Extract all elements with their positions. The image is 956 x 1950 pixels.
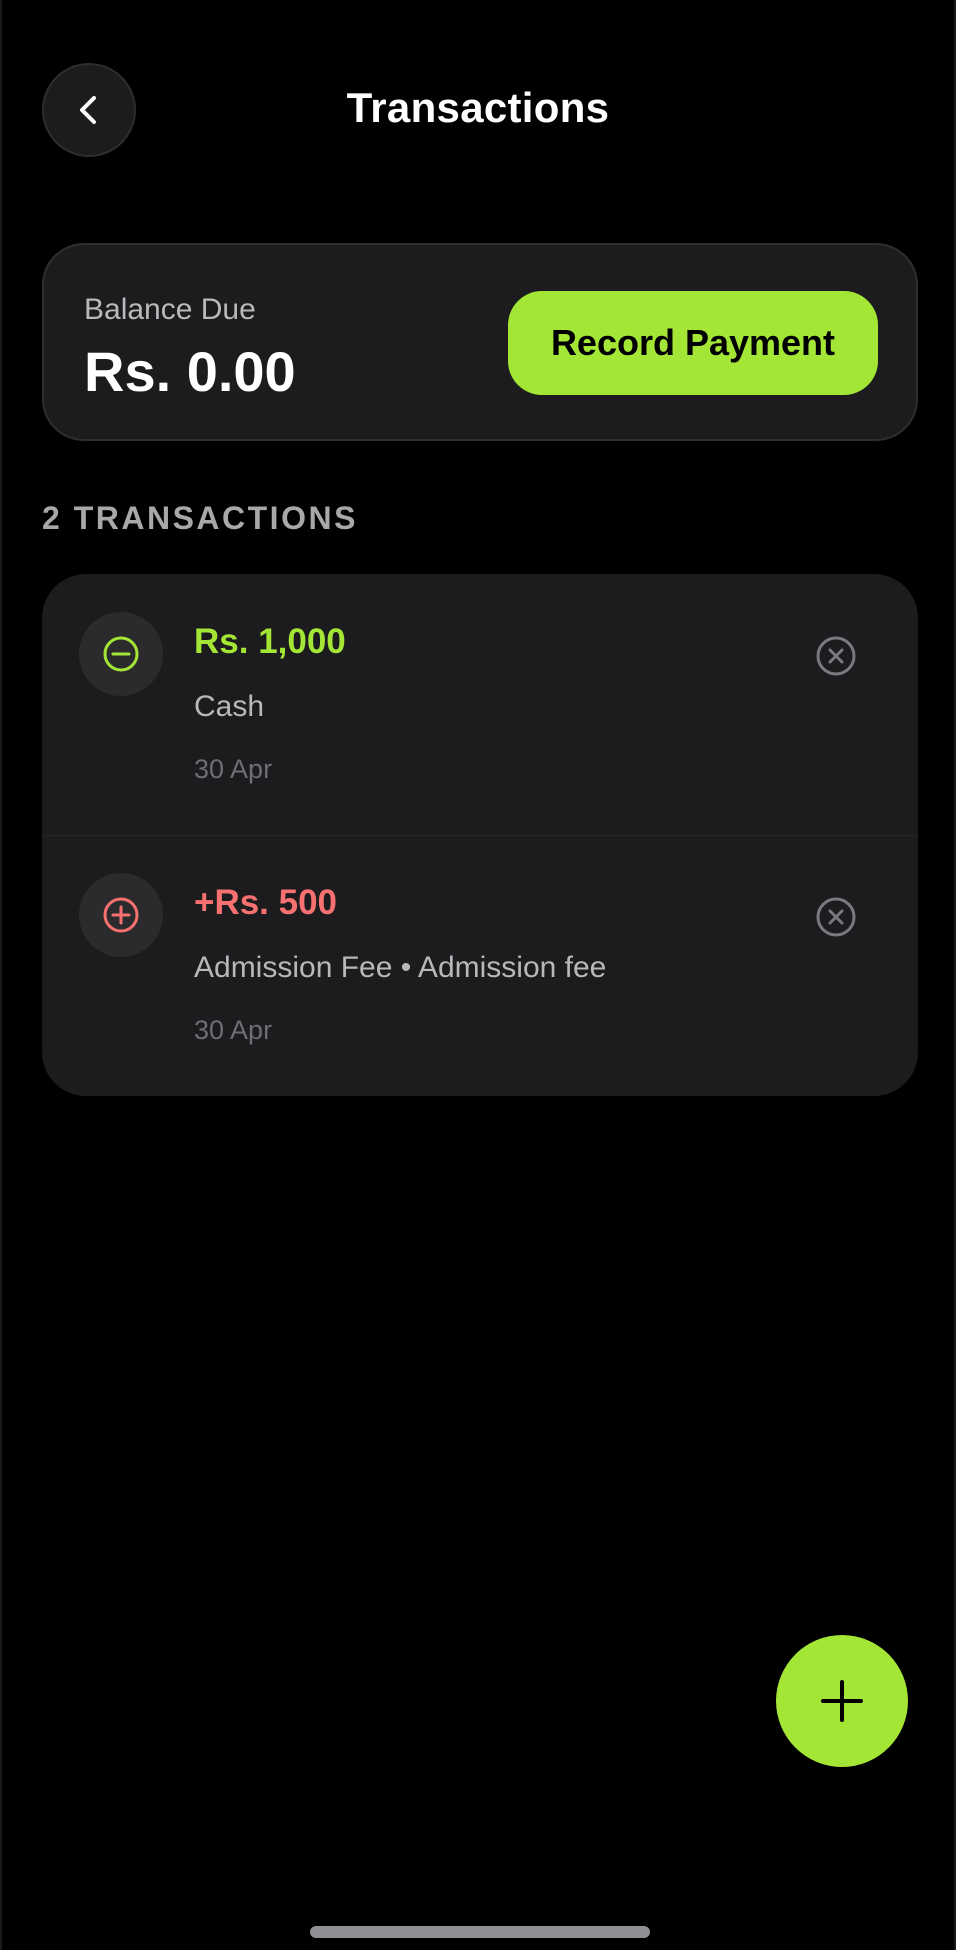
transactions-screen: Transactions Balance Due Rs. 0.00 Record…	[0, 0, 956, 1950]
close-circle-icon[interactable]	[814, 634, 858, 678]
balance-due-amount: Rs. 0.00	[84, 340, 296, 403]
balance-due-label: Balance Due	[84, 293, 256, 326]
balance-card: Balance Due Rs. 0.00 Record Payment	[42, 243, 918, 441]
transaction-row[interactable]: +Rs. 500 Admission Fee • Admission fee 3…	[42, 835, 918, 1096]
transaction-date: 30 Apr	[194, 754, 273, 784]
add-transaction-fab[interactable]	[776, 1635, 908, 1767]
plus-icon	[821, 1680, 863, 1722]
minus-circle-icon	[79, 612, 163, 696]
plus-circle-icon	[79, 873, 163, 957]
transaction-description: Admission Fee • Admission fee	[194, 951, 607, 984]
transaction-row[interactable]: Rs. 1,000 Cash 30 Apr	[42, 574, 918, 836]
transaction-date: 30 Apr	[194, 1015, 273, 1045]
record-payment-button[interactable]: Record Payment	[508, 291, 878, 395]
transaction-amount: Rs. 1,000	[194, 622, 346, 661]
transaction-amount: +Rs. 500	[194, 883, 338, 922]
transactions-count-heading: 2 TRANSACTIONS	[42, 500, 358, 536]
home-indicator[interactable]	[310, 1926, 650, 1938]
page-title: Transactions	[346, 84, 610, 131]
transactions-list: Rs. 1,000 Cash 30 Apr +Rs. 500 Admission…	[42, 574, 918, 1096]
close-circle-icon[interactable]	[814, 895, 858, 939]
transaction-description: Cash	[194, 690, 265, 723]
